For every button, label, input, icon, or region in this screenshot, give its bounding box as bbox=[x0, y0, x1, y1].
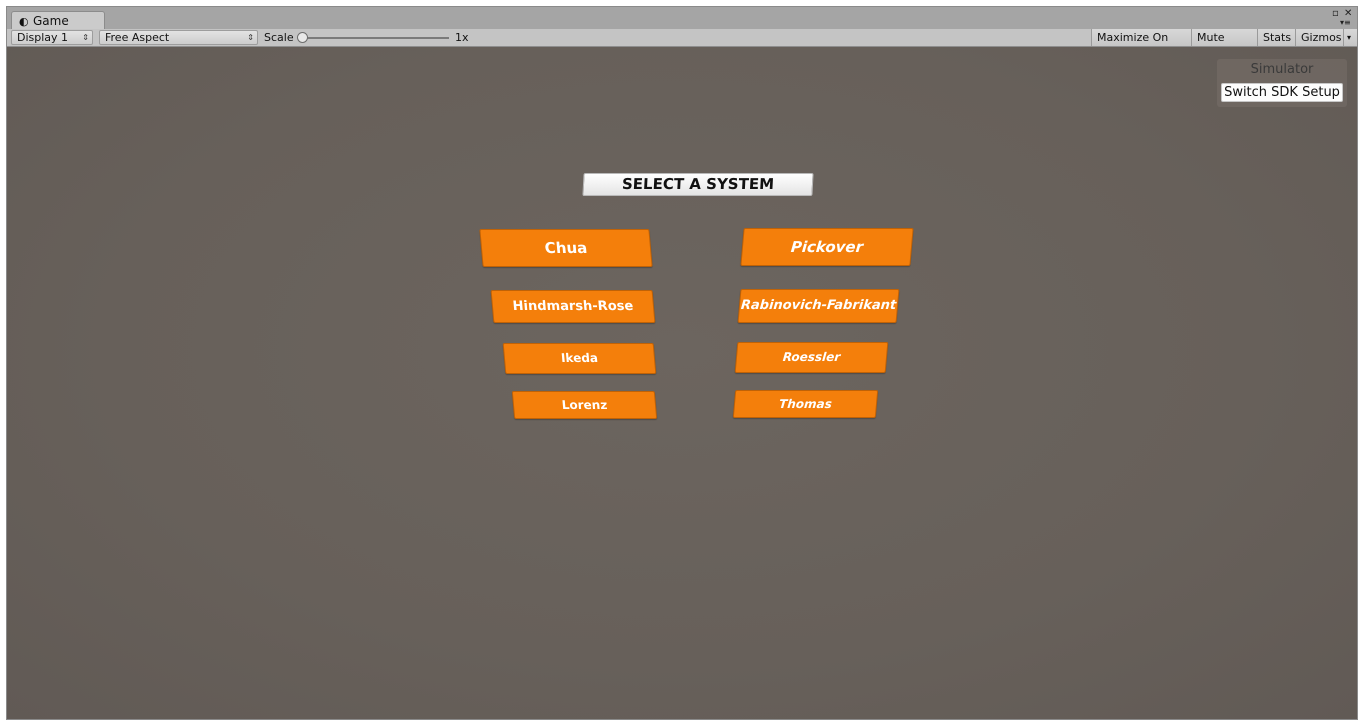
scale-slider-handle[interactable] bbox=[297, 32, 308, 43]
simulator-title: Simulator bbox=[1250, 62, 1314, 77]
system-button-label: Hindmarsh-Rose bbox=[512, 299, 634, 314]
system-button-label: Roessler bbox=[782, 350, 841, 364]
game-viewport: Simulator Switch SDK Setup SELECT A SYST… bbox=[7, 47, 1357, 719]
scale-label: Scale bbox=[264, 31, 294, 44]
system-button-label: Pickover bbox=[790, 238, 864, 256]
display-dropdown[interactable]: Display 1 ⇕ bbox=[11, 30, 93, 45]
system-button-label: Lorenz bbox=[561, 398, 608, 412]
aspect-dropdown[interactable]: Free Aspect ⇕ bbox=[99, 30, 258, 45]
dropdown-arrow-icon: ⇕ bbox=[82, 33, 89, 42]
scale-value: 1x bbox=[455, 31, 469, 44]
game-window: ◐ Game ▫ ✕ ▾≡ Display 1 ⇕ Free Aspect ⇕ S… bbox=[6, 6, 1358, 720]
system-button-thomas[interactable]: Thomas bbox=[732, 390, 879, 418]
aspect-dropdown-label: Free Aspect bbox=[105, 31, 170, 44]
tab-game-label: Game bbox=[33, 14, 69, 28]
system-button-label: Rabinovich-Fabrikant bbox=[740, 298, 897, 313]
scale-slider-track[interactable] bbox=[302, 37, 449, 39]
dropdown-arrow-icon: ⇕ bbox=[247, 33, 254, 42]
stats-button[interactable]: Stats bbox=[1257, 29, 1295, 46]
system-button-ikeda[interactable]: Ikeda bbox=[502, 343, 657, 374]
maximize-on-play-button[interactable]: Maximize On Play bbox=[1091, 29, 1191, 61]
system-button-roessler[interactable]: Roessler bbox=[734, 342, 889, 373]
mute-audio-button[interactable]: Mute Audio bbox=[1191, 29, 1257, 61]
system-button-chua[interactable]: Chua bbox=[479, 229, 653, 267]
system-button-label: Chua bbox=[543, 239, 589, 257]
game-toolbar: Display 1 ⇕ Free Aspect ⇕ Scale 1x Maxim… bbox=[7, 29, 1357, 61]
gizmos-menu-arrow-icon[interactable]: ▾ bbox=[1343, 29, 1357, 46]
simulator-panel: Simulator Switch SDK Setup bbox=[1217, 59, 1347, 107]
maximize-icon[interactable]: ▫ bbox=[1332, 8, 1339, 19]
system-button-hindmarsh-rose[interactable]: Hindmarsh-Rose bbox=[490, 290, 656, 323]
tab-strip: ◐ Game ▫ ✕ ▾≡ bbox=[7, 7, 1357, 30]
display-dropdown-label: Display 1 bbox=[17, 31, 69, 44]
tab-game[interactable]: ◐ Game bbox=[11, 11, 105, 30]
system-button-label: Thomas bbox=[778, 397, 833, 411]
system-button-lorenz[interactable]: Lorenz bbox=[511, 391, 658, 419]
system-button-pickover[interactable]: Pickover bbox=[740, 228, 914, 266]
gizmos-button[interactable]: Gizmos bbox=[1295, 29, 1343, 46]
window-menu-icon[interactable]: ▾≡ bbox=[1340, 18, 1351, 27]
select-system-heading: SELECT A SYSTEM bbox=[582, 173, 814, 196]
system-button-rabinovich-fabrikant[interactable]: Rabinovich-Fabrikant bbox=[737, 289, 900, 323]
system-button-label: Ikeda bbox=[560, 351, 599, 365]
switch-sdk-setup-button[interactable]: Switch SDK Setup bbox=[1221, 83, 1343, 102]
